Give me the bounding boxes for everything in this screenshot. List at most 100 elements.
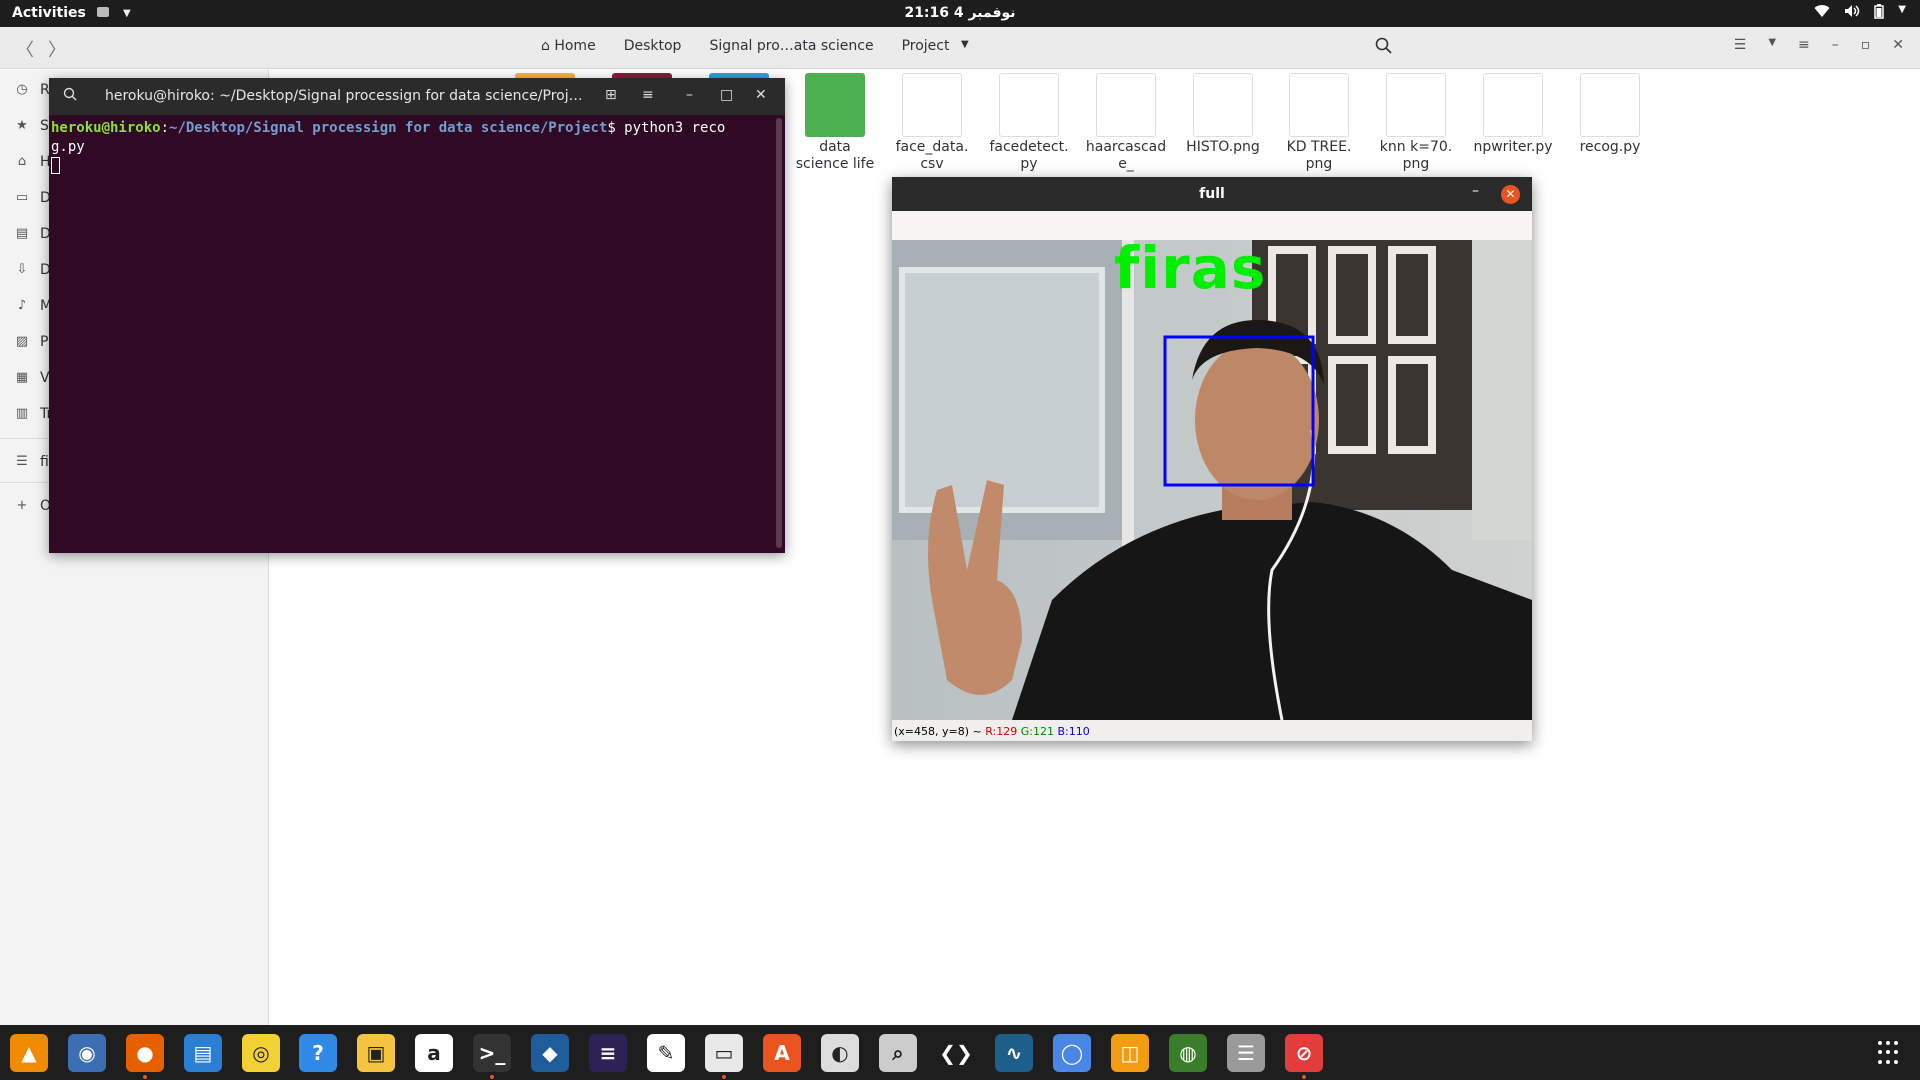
file-thumbnail [1483,73,1543,137]
firefox-icon[interactable]: ● [126,1034,164,1072]
writer-icon[interactable]: ▤ [184,1034,222,1072]
sidebar-item[interactable]: ▨ Pi [14,330,52,354]
opencv-toolbar [892,211,1532,240]
search-tool-icon[interactable]: ⌕ [879,1034,917,1072]
file-item[interactable]: HISTO.png [1180,73,1266,156]
close-icon[interactable]: ✕ [1501,185,1520,204]
help-icon[interactable]: ? [299,1034,337,1072]
file-name: haarcascad [1085,139,1167,155]
minimize-icon[interactable]: – [686,87,693,103]
top-bar: Activities ▼ 21:16 4 نوفمبر ▼ [0,0,1920,27]
power-menu-chevron-icon: ▼ [1898,4,1906,15]
close-icon[interactable]: ✕ [755,87,767,103]
file-item[interactable]: npwriter.py [1470,73,1556,156]
file-item[interactable]: haarcascad e_ [1083,73,1169,173]
virtualbox-icon[interactable]: ◆ [531,1034,569,1072]
remote-icon[interactable]: ◫ [1111,1034,1149,1072]
scrollbar[interactable] [776,118,782,548]
database-icon[interactable]: ☰ [1227,1034,1265,1072]
screenshot-icon[interactable]: ◐ [821,1034,859,1072]
software-icon[interactable]: A [763,1034,801,1072]
search-icon[interactable] [63,87,77,105]
vlc-icon[interactable]: ▲ [10,1034,48,1072]
matlab-icon[interactable]: ∿ [995,1034,1033,1072]
amazon-icon[interactable]: a [415,1034,453,1072]
minimize-icon[interactable]: – [1472,183,1479,199]
sidebar-item[interactable]: ⌂ H [14,150,51,174]
image-viewer-icon[interactable]: ▣ [357,1034,395,1072]
breadcrumb-project[interactable]: Project [888,38,964,54]
recognized-name-label: firas [1114,240,1267,302]
chevron-down-icon[interactable]: ▼ [961,39,969,50]
file-thumbnail [1096,73,1156,137]
file-thumbnail [805,73,865,137]
star-icon: ★ [16,118,28,133]
file-item[interactable]: data science life [792,73,878,173]
file-name: face_data. [895,139,969,155]
rhythmbox-icon[interactable]: ◎ [242,1034,280,1072]
running-indicator [490,1075,494,1079]
anaconda-icon[interactable]: ◍ [1169,1034,1207,1072]
opencv-window[interactable]: full – ✕ firas (x=458, y=8) ~ R:129 G:12… [892,177,1532,741]
status-green: G:121 [1020,725,1054,738]
documents-icon: ▤ [15,226,29,241]
eclipse-ide-icon[interactable]: ≡ [589,1034,627,1072]
new-tab-icon[interactable]: ⊞ [605,87,617,103]
close-icon[interactable]: ✕ [1892,37,1904,53]
file-name: npwriter.py [1473,139,1553,155]
webcam-frame[interactable]: firas [892,240,1532,720]
text-cursor [51,157,60,174]
file-thumbnail [999,73,1059,137]
files-icon[interactable]: ▭ [705,1034,743,1072]
restore-icon[interactable]: ▫ [1861,37,1871,53]
sidebar-item[interactable]: + O [14,494,51,518]
forward-arrow-icon[interactable]: 〉 [48,36,66,62]
breadcrumb-signal[interactable]: Signal pro…ata science [695,38,887,54]
maximize-icon[interactable]: □ [720,87,733,103]
menu-icon[interactable]: ≡ [1798,37,1810,53]
file-item[interactable]: KD TREE. png [1276,73,1362,173]
file-item[interactable]: recog.py [1567,73,1653,156]
recent-icon: ◷ [16,82,28,97]
show-applications-icon[interactable] [1878,1041,1902,1065]
file-name-cont: png [1402,156,1430,172]
file-item[interactable]: knn k=70. png [1373,73,1459,173]
view-actions: ☰ ▼ ≡ – ▫ ✕ [1734,37,1904,53]
file-item[interactable]: facedetect. py [986,73,1072,173]
prompt-path: ~/Desktop/Signal processign for data sci… [169,120,608,136]
sidebar-item[interactable]: ▦ Vi [14,366,53,390]
sidebar-item[interactable]: ▥ Tr [14,402,52,426]
sidebar-item[interactable]: ♪ M [14,294,52,318]
drive-icon: ☰ [16,454,28,469]
terminal-line [51,157,771,177]
clock[interactable]: 21:16 4 نوفمبر [0,5,1920,21]
breadcrumb-desktop[interactable]: Desktop [610,38,696,54]
minimize-icon[interactable]: – [1832,37,1839,53]
file-thumbnail [1193,73,1253,137]
text-editor-icon[interactable]: ✎ [647,1034,685,1072]
menu-icon[interactable]: ≡ [642,87,654,103]
file-item[interactable]: face_data. csv [889,73,975,173]
sidebar-item[interactable]: ☰ fi [14,450,49,474]
file-name-cont: png [1305,156,1333,172]
eclipse-icon[interactable]: ◉ [68,1034,106,1072]
wifi-icon [1814,4,1830,23]
view-options-chevron-icon[interactable]: ▼ [1768,37,1776,53]
terminal-icon[interactable]: >_ [473,1034,511,1072]
search-icon[interactable] [1374,36,1394,56]
back-arrow-icon[interactable]: 〈 [16,36,34,62]
terminal-window[interactable]: heroku@hiroko: ~/Desktop/Signal processi… [49,78,785,553]
breadcrumb-home[interactable]: ⌂ Home [527,38,610,54]
vscode-icon[interactable]: ❮❯ [937,1034,975,1072]
system-tray[interactable]: ▼ [1814,4,1906,23]
file-thumbnail [1289,73,1349,137]
file-name-cont: py [1020,156,1038,172]
chromium-icon[interactable]: ◯ [1053,1034,1091,1072]
file-name-cont: csv [920,156,944,172]
terminal-output[interactable]: heroku@hiroko:~/Desktop/Signal processig… [51,119,771,177]
status-red: R:129 [985,725,1018,738]
webcam-image [892,240,1532,720]
no-entry-icon[interactable]: ⊘ [1285,1034,1323,1072]
list-view-icon[interactable]: ☰ [1734,37,1747,53]
file-thumbnail [1580,73,1640,137]
